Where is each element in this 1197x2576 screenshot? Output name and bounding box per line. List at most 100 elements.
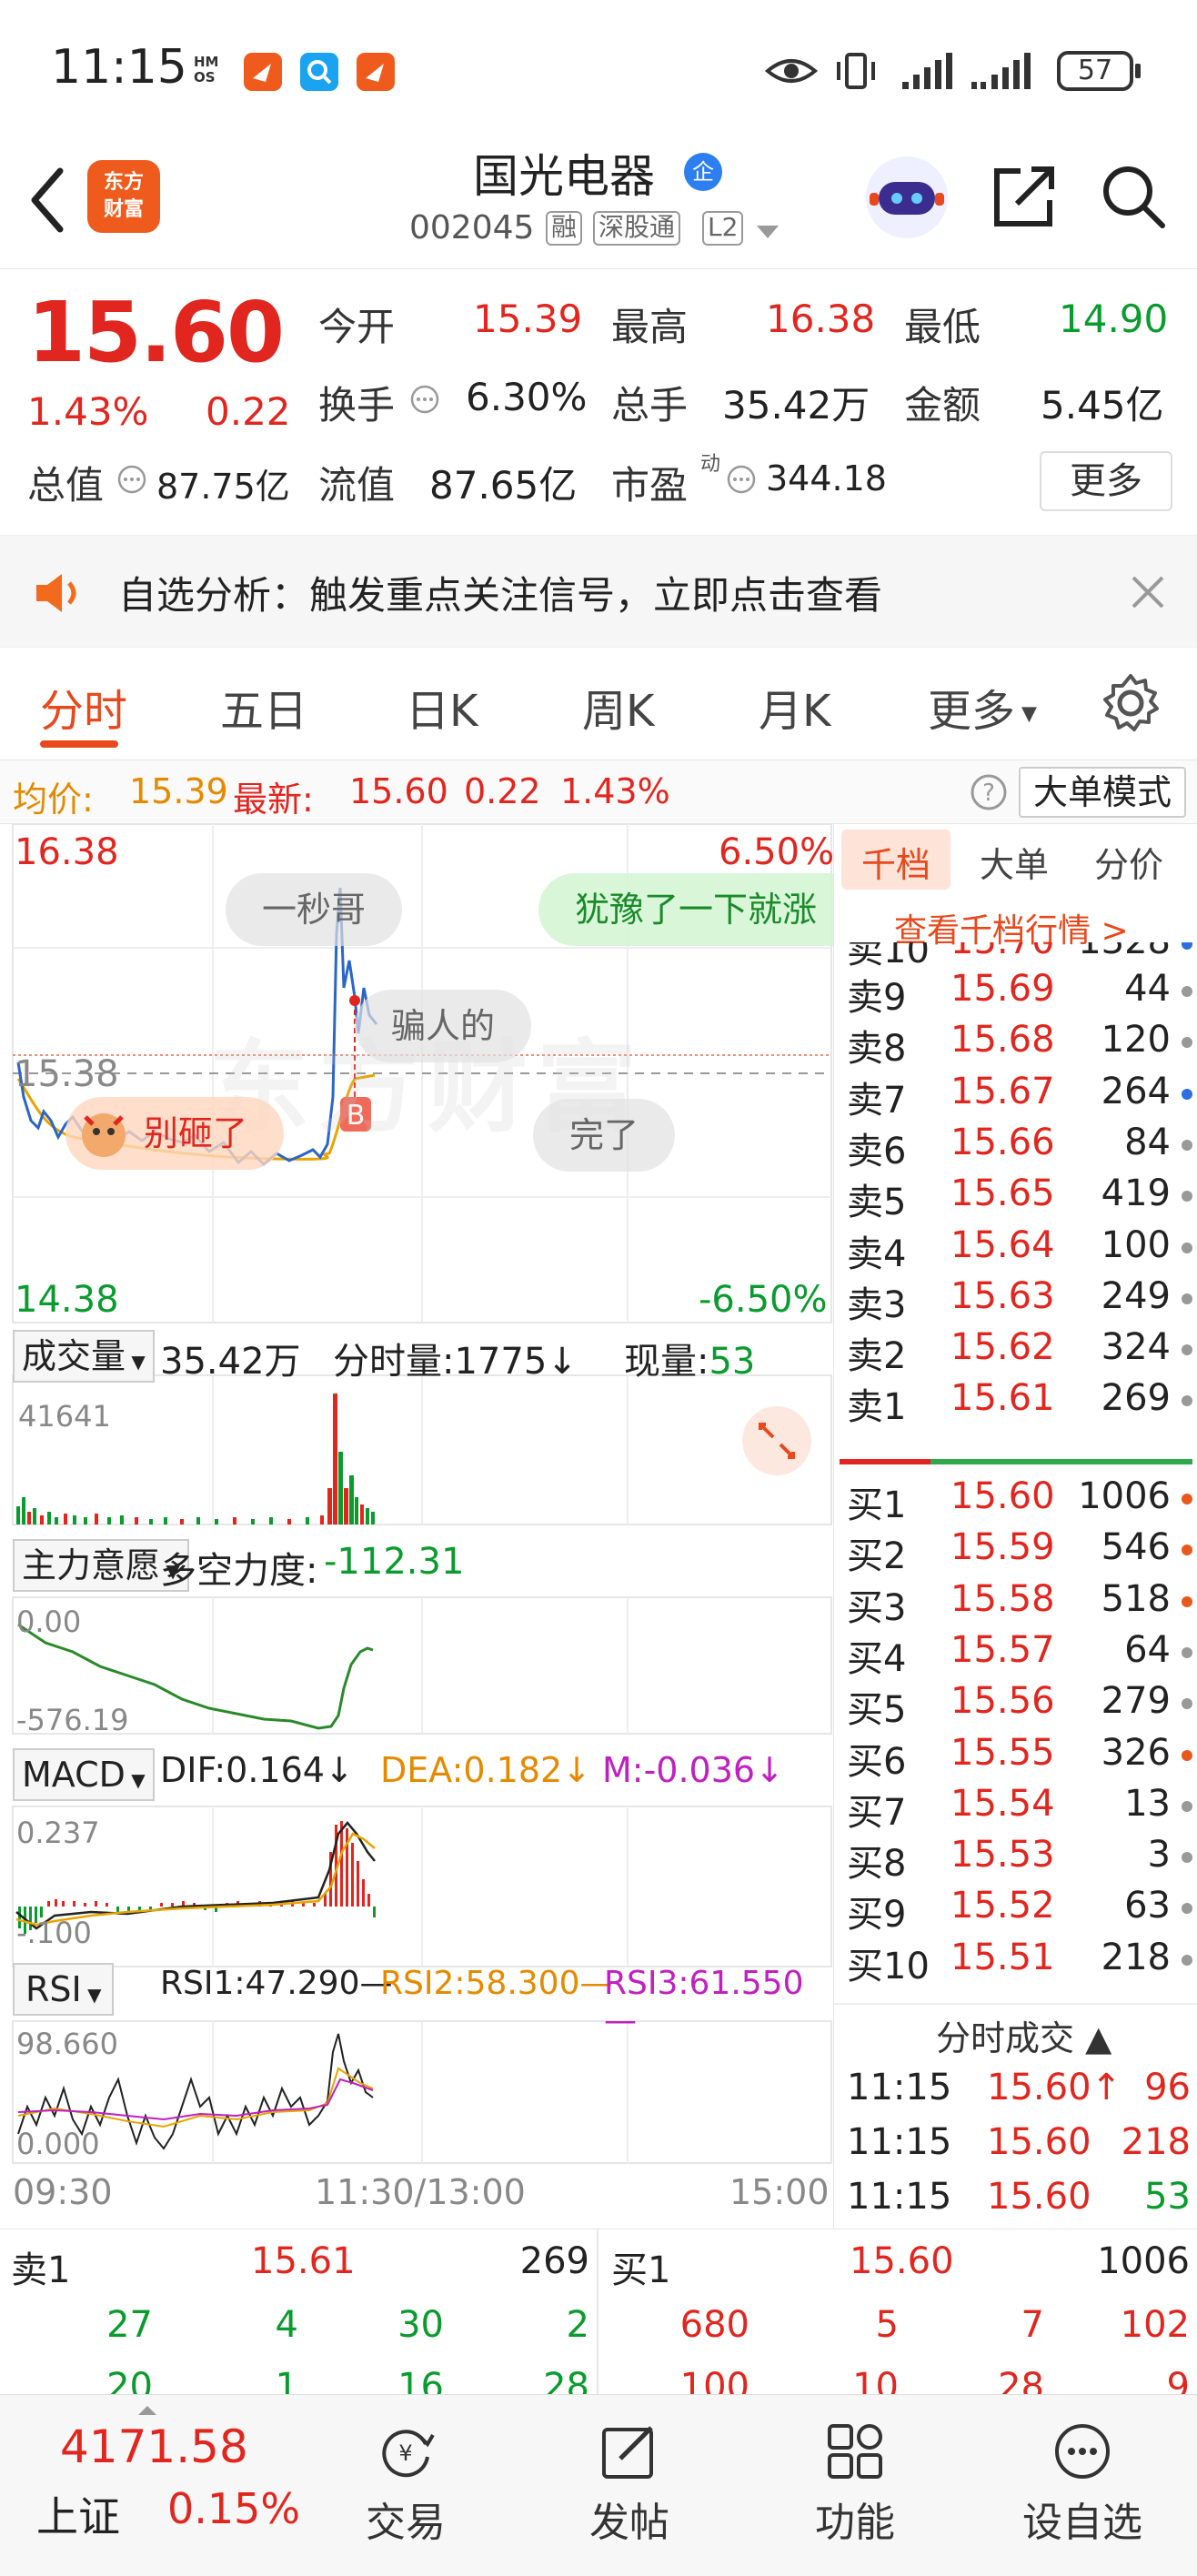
order-row-sell[interactable]: 卖7 15.67 264 (841, 1067, 1197, 1122)
settings-gear-icon[interactable] (1099, 671, 1162, 735)
order-dot-icon (1182, 1242, 1192, 1253)
tab-more[interactable]: 更多 ▼ (928, 675, 1037, 739)
low-label: 最低 (904, 305, 981, 349)
order-dot-icon (1182, 1088, 1192, 1100)
tab-weekly-k[interactable]: 周K (582, 675, 654, 739)
robot-assistant-icon[interactable] (866, 156, 948, 238)
order-level-label: 卖5 (847, 1182, 907, 1224)
order-volume: 13 (1124, 1782, 1171, 1825)
order-row-buy[interactable]: 买1 15.60 1006 (841, 1472, 1197, 1526)
order-row-sell[interactable]: 卖3 15.63 249 (841, 1272, 1197, 1326)
order-level-label: 买6 (847, 1740, 907, 1783)
share-icon[interactable] (990, 162, 1059, 231)
order-row-buy[interactable]: 买2 15.59 546 (841, 1523, 1197, 1577)
order-price: 15.60 (951, 1475, 1055, 1517)
order-dot-icon (1182, 1954, 1192, 1966)
volume-indicator-select[interactable]: 成交量 ▼ (13, 1330, 155, 1383)
order-row-sell[interactable]: 卖4 15.64 100 (841, 1221, 1197, 1275)
intraday-chart-area[interactable]: B 东方财富 16.38 6.50% 15.38 14.38 -6.50% 一秒… (0, 824, 834, 2229)
order-level-label: 买10 (847, 1945, 930, 1987)
search-icon[interactable] (1099, 162, 1168, 231)
order-row-sell[interactable]: 卖6 15.66 84 (841, 1118, 1197, 1172)
order-dot-icon (1182, 1646, 1192, 1658)
nav-functions[interactable]: 功能 (764, 2395, 946, 2576)
info-dots-icon[interactable] (409, 384, 440, 415)
eastmoney-logo[interactable]: 东方 财富 (87, 160, 160, 233)
comment-bubble[interactable]: 骗人的 (355, 990, 532, 1062)
rsi-indicator-select[interactable]: RSI ▼ (13, 1963, 115, 2016)
quote-panel: 15.60 1.43% 0.22 今开 15.39 最高 16.38 最低 14… (0, 271, 1197, 535)
order-volume: 3 (1147, 1834, 1171, 1877)
tab-intraday[interactable]: 分时 (40, 675, 127, 739)
help-icon[interactable]: ? (970, 773, 1008, 811)
comment-bubble[interactable]: 完了 (533, 1099, 676, 1172)
order-dot-icon (1182, 1749, 1192, 1761)
depth-buy-label: 买1 (611, 2249, 671, 2291)
tab-thousand-level[interactable]: 千档 (861, 837, 930, 887)
comment-bubble[interactable]: 犹豫了一下就涨 (538, 873, 833, 946)
tab-five-day[interactable]: 五日 (220, 675, 307, 739)
time-axis-mid: 11:30/13:00 (315, 2172, 526, 2212)
order-volume: 64 (1124, 1628, 1171, 1671)
nav-trade[interactable]: ¥ 交易 (315, 2395, 497, 2576)
tick-volume: 53 (1144, 2176, 1191, 2218)
order-row-buy[interactable]: 买5 15.56 279 (841, 1676, 1197, 1731)
high-value: 16.38 (766, 297, 876, 341)
svg-text:¥: ¥ (398, 2440, 412, 2466)
macd-bottom-label: -.100 (16, 1916, 92, 1950)
nav-add-watchlist[interactable]: 设自选 (991, 2395, 1173, 2576)
dropdown-triangle-icon[interactable] (755, 224, 780, 242)
order-price: 15.61 (951, 1377, 1055, 1420)
more-button[interactable]: 更多 (1040, 451, 1172, 511)
order-dot-icon (1182, 1191, 1192, 1202)
order-row-buy[interactable]: 买9 15.52 63 (841, 1881, 1197, 1936)
close-icon[interactable] (1130, 574, 1166, 610)
big-order-mode-button[interactable]: 大单模式 (1019, 767, 1186, 818)
market-cap-label: 总值 (27, 463, 105, 508)
order-row-buy[interactable]: 买6 15.55 326 (841, 1728, 1197, 1783)
tab-big-order[interactable]: 大单 (980, 837, 1049, 887)
info-dots-icon[interactable] (726, 464, 757, 495)
order-row-sell[interactable]: 卖5 15.65 419 (841, 1169, 1197, 1223)
order-level-label: 买7 (847, 1791, 907, 1834)
order-dot-icon (1182, 1037, 1192, 1049)
comment-bubble[interactable]: 一秒哥 (226, 873, 403, 946)
order-row-sell[interactable]: 卖2 15.62 324 (841, 1323, 1197, 1377)
alert-banner[interactable]: 自选分析：触发重点关注信号，立即点击查看 (0, 535, 1197, 648)
info-dots-icon[interactable] (116, 464, 147, 495)
order-row-sell[interactable]: 卖1 15.61 269 (841, 1374, 1197, 1428)
pe-label: 市盈 (611, 463, 689, 508)
nav-post[interactable]: 发帖 (538, 2395, 720, 2576)
app-notification-icon-2 (357, 53, 395, 91)
open-value: 15.39 (473, 297, 583, 341)
index-ticker[interactable]: 4171.58 上证 0.15% (0, 2395, 309, 2576)
order-row-buy[interactable]: 买10 15.51 218 (841, 1933, 1197, 1987)
order-volume: 63 (1124, 1885, 1171, 1927)
comment-bubble[interactable]: 别砸了 (65, 1097, 285, 1170)
high-label: 最高 (611, 305, 689, 349)
order-row-buy[interactable]: 买7 15.54 13 (841, 1779, 1197, 1834)
order-level-label: 卖7 (847, 1079, 907, 1122)
order-row-sell[interactable]: 卖9 15.69 44 (841, 964, 1197, 1019)
volume-label: 总手 (611, 383, 689, 428)
order-row-buy[interactable]: 买4 15.57 64 (841, 1625, 1197, 1680)
tick-trades-header[interactable]: 分时成交 ▲ (936, 2010, 1112, 2060)
order-row-sell[interactable]: 卖8 15.68 120 (841, 1015, 1197, 1070)
order-row-buy[interactable]: 买3 15.58 518 (841, 1575, 1197, 1629)
expand-icon[interactable] (742, 1406, 811, 1475)
order-row-buy[interactable]: 买8 15.53 3 (841, 1830, 1197, 1885)
tab-daily-k[interactable]: 日K (406, 675, 478, 739)
stock-name: 国光电器 (473, 150, 655, 203)
macd-indicator-select[interactable]: MACD ▼ (13, 1748, 155, 1801)
grid-functions-icon (828, 2424, 882, 2479)
rsi1-value: RSI1:47.290— (160, 1965, 393, 2002)
back-arrow-icon[interactable] (25, 164, 69, 236)
order-level-label: 卖1 (847, 1386, 907, 1429)
order-level-label: 卖6 (847, 1130, 907, 1172)
tab-monthly-k[interactable]: 月K (759, 675, 830, 739)
low-value: 14.90 (1059, 297, 1169, 341)
order-price: 15.58 (951, 1577, 1055, 1620)
order-dot-icon (1182, 1344, 1192, 1356)
tab-price-distribution[interactable]: 分价 (1094, 837, 1163, 887)
margin-tag: 融 (546, 211, 583, 246)
